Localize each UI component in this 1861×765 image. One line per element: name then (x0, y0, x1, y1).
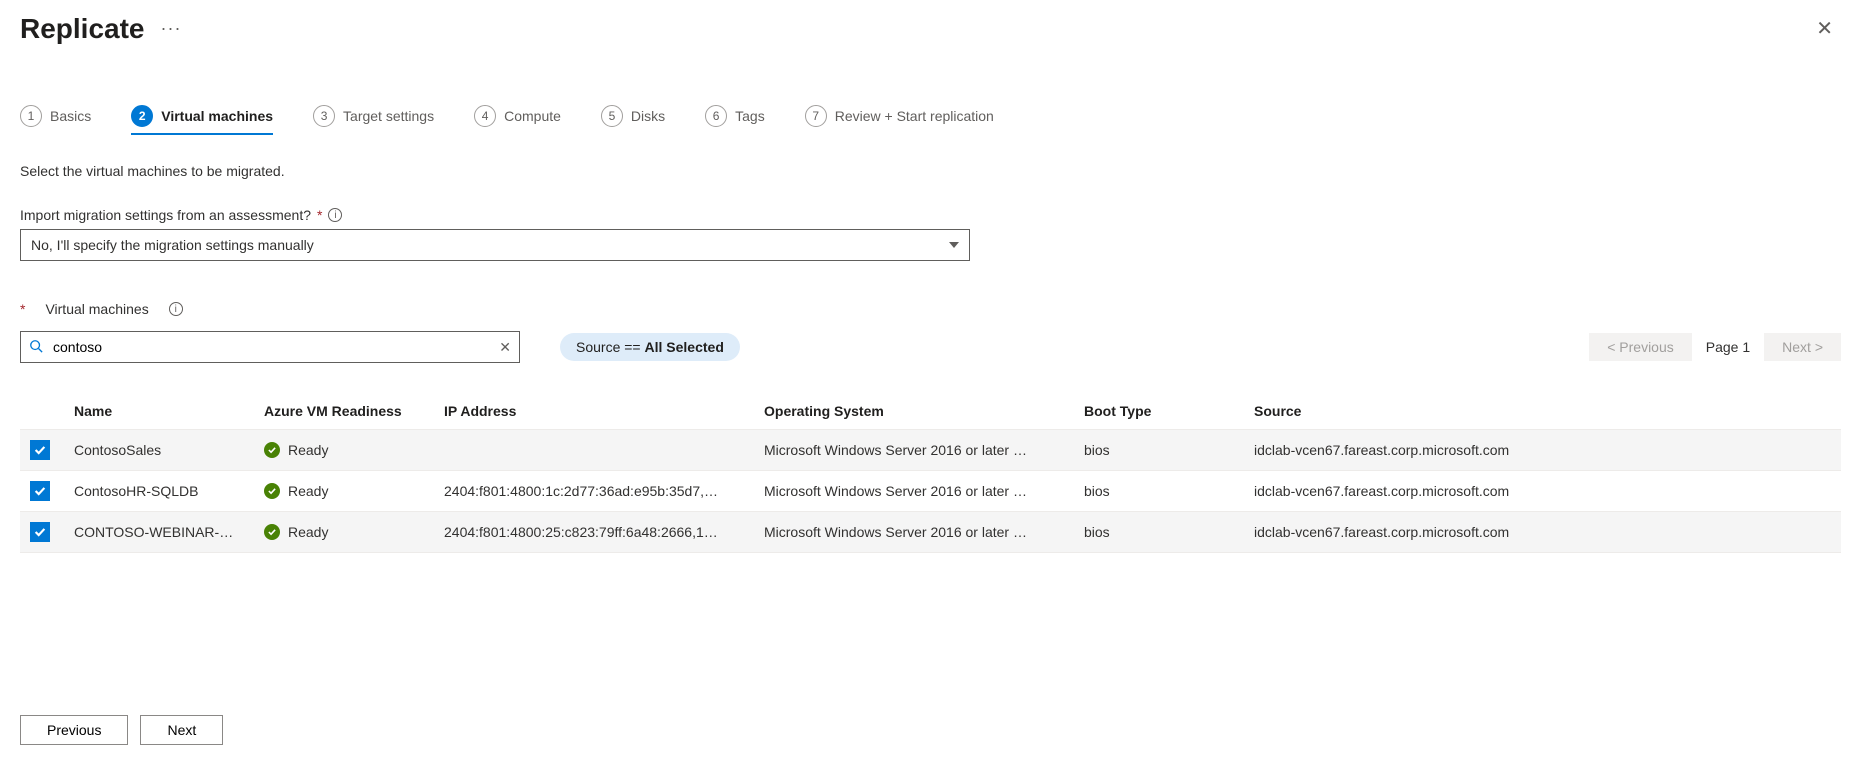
vm-section-label-text: Virtual machines (45, 301, 148, 317)
step-badge-icon: 7 (805, 105, 827, 127)
required-star-icon: * (20, 301, 25, 317)
vm-table: Name Azure VM Readiness IP Address Opera… (20, 393, 1841, 553)
previous-button[interactable]: Previous (20, 715, 128, 745)
table-toolbar: ✕ Source == All Selected < Previous Page… (20, 331, 1841, 363)
table-header-row: Name Azure VM Readiness IP Address Opera… (20, 393, 1841, 430)
pager-next-button[interactable]: Next > (1764, 333, 1841, 361)
cell-os: Microsoft Windows Server 2016 or later … (754, 471, 1074, 512)
col-name[interactable]: Name (64, 393, 254, 430)
step-label: Tags (735, 108, 765, 124)
col-readiness[interactable]: Azure VM Readiness (254, 393, 434, 430)
table-row[interactable]: CONTOSO-WEBINAR-…Ready2404:f801:4800:25:… (20, 512, 1841, 553)
required-star-icon: * (317, 207, 322, 223)
ready-status-icon (264, 442, 280, 458)
vm-section-label: * Virtual machines i (20, 301, 1841, 317)
pager-previous-button[interactable]: < Previous (1589, 333, 1692, 361)
step-badge-icon: 4 (474, 105, 496, 127)
cell-ip: 2404:f801:4800:1c:2d77:36ad:e95b:35d7,… (434, 471, 754, 512)
step-badge-icon: 6 (705, 105, 727, 127)
info-icon[interactable]: i (328, 208, 342, 222)
title-group: Replicate ··· (20, 13, 181, 45)
table-row[interactable]: ContosoHR-SQLDBReady2404:f801:4800:1c:2d… (20, 471, 1841, 512)
cell-readiness: Ready (254, 471, 434, 512)
step-label: Review + Start replication (835, 108, 994, 124)
step-badge-icon: 3 (313, 105, 335, 127)
info-icon[interactable]: i (169, 302, 183, 316)
page-indicator: Page 1 (1706, 339, 1750, 355)
cell-boot: bios (1074, 430, 1244, 471)
step-tags[interactable]: 6 Tags (705, 105, 765, 135)
ready-status-icon (264, 483, 280, 499)
cell-name: ContosoSales (64, 430, 254, 471)
step-badge-icon: 1 (20, 105, 42, 127)
step-label: Basics (50, 108, 91, 124)
row-checkbox[interactable] (30, 440, 50, 460)
cell-boot: bios (1074, 512, 1244, 553)
step-basics[interactable]: 1 Basics (20, 105, 91, 135)
source-filter-pill[interactable]: Source == All Selected (560, 333, 740, 361)
search-icon (29, 339, 43, 356)
more-actions-icon[interactable]: ··· (161, 18, 182, 39)
import-settings-label-text: Import migration settings from an assess… (20, 207, 311, 223)
cell-source: idclab-vcen67.fareast.corp.microsoft.com (1244, 471, 1841, 512)
cell-source: idclab-vcen67.fareast.corp.microsoft.com (1244, 430, 1841, 471)
col-os[interactable]: Operating System (754, 393, 1074, 430)
row-checkbox[interactable] (30, 522, 50, 542)
filter-value: All Selected (645, 339, 724, 355)
cell-readiness: Ready (254, 430, 434, 471)
cell-boot: bios (1074, 471, 1244, 512)
filter-prefix: Source == (576, 339, 645, 355)
step-badge-icon: 5 (601, 105, 623, 127)
cell-source: idclab-vcen67.fareast.corp.microsoft.com (1244, 512, 1841, 553)
step-label: Virtual machines (161, 108, 273, 124)
col-source[interactable]: Source (1244, 393, 1841, 430)
import-settings-label: Import migration settings from an assess… (20, 207, 1841, 223)
step-label: Disks (631, 108, 665, 124)
step-label: Compute (504, 108, 561, 124)
next-button[interactable]: Next (140, 715, 223, 745)
step-badge-icon: 2 (131, 105, 153, 127)
page-header: Replicate ··· ✕ (20, 12, 1841, 45)
import-settings-value: No, I'll specify the migration settings … (31, 237, 314, 253)
pager: < Previous Page 1 Next > (1589, 333, 1841, 361)
chevron-down-icon (949, 242, 959, 248)
cell-ip: 2404:f801:4800:25:c823:79ff:6a48:2666,1… (434, 512, 754, 553)
ready-status-icon (264, 524, 280, 540)
close-icon[interactable]: ✕ (1808, 12, 1841, 45)
step-target-settings[interactable]: 3 Target settings (313, 105, 434, 135)
row-checkbox[interactable] (30, 481, 50, 501)
cell-os: Microsoft Windows Server 2016 or later … (754, 512, 1074, 553)
cell-name: ContosoHR-SQLDB (64, 471, 254, 512)
page-title: Replicate (20, 13, 145, 45)
step-compute[interactable]: 4 Compute (474, 105, 561, 135)
step-disks[interactable]: 5 Disks (601, 105, 665, 135)
clear-search-icon[interactable]: ✕ (499, 339, 511, 356)
search-box[interactable]: ✕ (20, 331, 520, 363)
cell-name: CONTOSO-WEBINAR-… (64, 512, 254, 553)
import-settings-dropdown[interactable]: No, I'll specify the migration settings … (20, 229, 970, 261)
col-ip[interactable]: IP Address (434, 393, 754, 430)
search-input[interactable] (51, 333, 491, 361)
wizard-steps: 1 Basics 2 Virtual machines 3 Target settings… (20, 105, 1841, 135)
col-boot[interactable]: Boot Type (1074, 393, 1244, 430)
step-review-start-replication[interactable]: 7 Review + Start replication (805, 105, 994, 135)
step-intro-text: Select the virtual machines to be migrat… (20, 163, 1841, 179)
wizard-footer-nav: Previous Next (20, 715, 223, 745)
step-virtual-machines[interactable]: 2 Virtual machines (131, 105, 273, 135)
step-label: Target settings (343, 108, 434, 124)
table-row[interactable]: ContosoSalesReady Microsoft Windows Serve… (20, 430, 1841, 471)
cell-ip (434, 430, 754, 471)
cell-os: Microsoft Windows Server 2016 or later … (754, 430, 1074, 471)
cell-readiness: Ready (254, 512, 434, 553)
